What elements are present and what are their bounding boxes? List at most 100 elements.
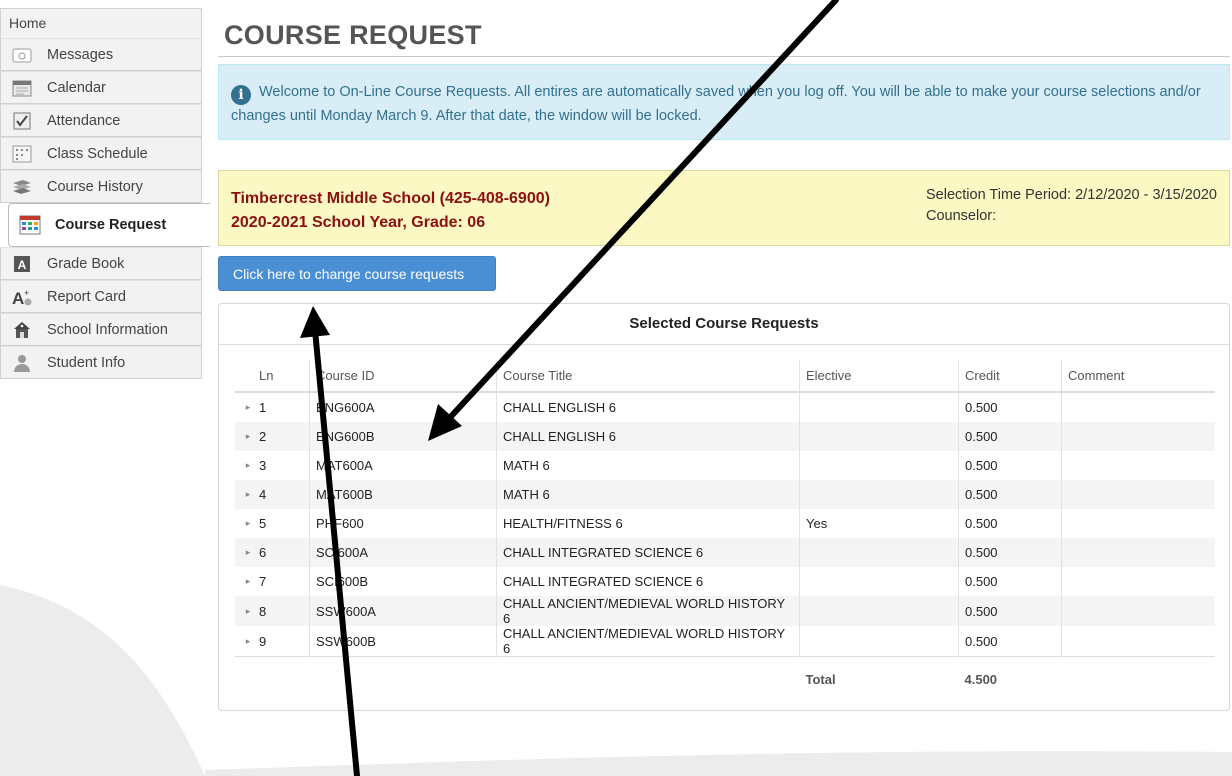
sidebar-nav: Home Messages Calendar Attendance Class … — [0, 8, 210, 379]
cell-ln: 7 — [253, 567, 310, 596]
cell-comment — [1061, 480, 1215, 509]
cell-course-title: CHALL INTEGRATED SCIENCE 6 — [496, 538, 800, 567]
sidebar-item-label: Student Info — [47, 354, 126, 371]
cell-course-title: CHALL INTEGRATED SCIENCE 6 — [496, 567, 800, 596]
sidebar-item-school-information[interactable]: School Information — [0, 313, 202, 346]
sidebar-item-label: Messages — [47, 46, 114, 63]
cell-course-title: CHALL ANCIENT/MEDIEVAL WORLD HISTORY 6 — [496, 626, 800, 657]
cell-comment — [1061, 626, 1215, 657]
expand-row-caret-icon[interactable]: ▸ — [235, 567, 253, 596]
cell-credit: 0.500 — [958, 422, 1062, 451]
sidebar-item-calendar[interactable]: Calendar — [0, 71, 202, 104]
sidebar-item-messages[interactable]: Messages — [0, 38, 202, 71]
table-row[interactable]: ▸ 7 SCI600B CHALL INTEGRATED SCIENCE 6 0.500 — [235, 567, 1215, 596]
cell-course-id: ENG600A — [309, 392, 497, 422]
expand-row-caret-icon[interactable]: ▸ — [235, 422, 253, 451]
sidebar-item-label: Report Card — [47, 288, 126, 305]
sidebar-item-course-request[interactable]: Course Request — [8, 203, 210, 247]
selected-course-requests-panel: Selected Course Requests Ln Course ID Co… — [218, 303, 1230, 711]
cell-course-title: CHALL ENGLISH 6 — [496, 392, 800, 422]
cell-credit: 0.500 — [958, 509, 1062, 538]
cell-comment — [1061, 596, 1215, 626]
cell-elective — [799, 451, 959, 480]
cell-course-title: HEALTH/FITNESS 6 — [496, 509, 800, 538]
table-row[interactable]: ▸ 9 SSW600B CHALL ANCIENT/MEDIEVAL WORLD HI… — [235, 626, 1215, 657]
cell-comment — [1061, 567, 1215, 596]
expand-row-caret-icon[interactable]: ▸ — [235, 451, 253, 480]
expand-row-caret-icon[interactable]: ▸ — [235, 392, 253, 422]
table-row[interactable]: ▸ 3 MAT600A MATH 6 0.500 — [235, 451, 1215, 480]
person-icon — [11, 353, 33, 373]
table-row[interactable]: ▸ 2 ENG600B CHALL ENGLISH 6 0.500 — [235, 422, 1215, 451]
table-row[interactable]: ▸ 8 SSW600A CHALL ANCIENT/MEDIEVAL WORLD HI… — [235, 596, 1215, 626]
course-request-grid-icon — [19, 215, 41, 235]
table-total-row: Total 4.500 — [235, 656, 1215, 701]
cell-comment — [1061, 451, 1215, 480]
cell-course-id: ENG600B — [309, 422, 497, 451]
expand-row-caret-icon[interactable]: ▸ — [235, 626, 253, 657]
table-row[interactable]: ▸ 6 SCI600A CHALL INTEGRATED SCIENCE 6 0.500 — [235, 538, 1215, 567]
svg-text:A: A — [12, 289, 24, 307]
sidebar-item-home[interactable]: Home — [0, 8, 202, 38]
total-spacer — [235, 656, 253, 701]
column-header-credit[interactable]: Credit — [958, 360, 1062, 393]
sidebar-item-report-card[interactable]: A + Report Card — [0, 280, 202, 313]
column-header-ln[interactable]: Ln — [253, 360, 310, 393]
total-spacer — [1061, 656, 1215, 701]
cell-comment — [1061, 392, 1215, 422]
table-row[interactable]: ▸ 1 ENG600A CHALL ENGLISH 6 0.500 — [235, 392, 1215, 422]
svg-text:A: A — [18, 258, 27, 272]
table-row[interactable]: ▸ 4 MAT600B MATH 6 0.500 — [235, 480, 1215, 509]
schedule-grid-icon — [11, 144, 33, 164]
cell-course-title: MATH 6 — [496, 480, 800, 509]
sidebar-item-label: Attendance — [47, 112, 121, 129]
cell-course-id: SSW600A — [309, 596, 497, 626]
selection-period-block: Selection Time Period: 2/12/2020 - 3/15/… — [926, 185, 1217, 227]
cell-course-id: SCI600A — [309, 538, 497, 567]
sidebar-item-student-info[interactable]: Student Info — [0, 346, 202, 379]
sidebar-item-label: Grade Book — [47, 255, 125, 272]
sidebar-item-attendance[interactable]: Attendance — [0, 104, 202, 137]
change-course-requests-button[interactable]: Click here to change course requests — [218, 256, 496, 291]
cell-ln: 6 — [253, 538, 310, 567]
total-label: Total — [799, 656, 959, 701]
column-header-course-id[interactable]: Course ID — [309, 360, 497, 393]
cell-course-id: MAT600A — [309, 451, 497, 480]
expand-row-caret-icon[interactable]: ▸ — [235, 596, 253, 626]
cell-credit: 0.500 — [958, 392, 1062, 422]
sidebar-item-class-schedule[interactable]: Class Schedule — [0, 137, 202, 170]
sidebar-item-grade-book[interactable]: A Grade Book — [0, 247, 202, 280]
cell-elective — [799, 422, 959, 451]
cell-comment — [1061, 509, 1215, 538]
attendance-checkbox-icon — [11, 111, 33, 131]
counselor-label: Counselor: — [926, 208, 997, 224]
cell-credit: 0.500 — [958, 538, 1062, 567]
cell-credit: 0.500 — [958, 480, 1062, 509]
expand-row-caret-icon[interactable]: ▸ — [235, 480, 253, 509]
table-row[interactable]: ▸ 5 PHF600 HEALTH/FITNESS 6 Yes 0.500 — [235, 509, 1215, 538]
school-info-box: Timbercrest Middle School (425-408-6900)… — [218, 170, 1230, 246]
panel-title: Selected Course Requests — [219, 304, 1229, 345]
column-header-elective[interactable]: Elective — [799, 360, 959, 393]
total-spacer — [253, 656, 310, 701]
expand-row-caret-icon[interactable]: ▸ — [235, 509, 253, 538]
total-credit-value: 4.500 — [958, 656, 1062, 701]
info-text: Welcome to On-Line Course Requests. All … — [231, 84, 1201, 124]
cell-elective: Yes — [799, 509, 959, 538]
column-header-comment[interactable]: Comment — [1061, 360, 1215, 393]
cell-ln: 4 — [253, 480, 310, 509]
column-header-course-title[interactable]: Course Title — [496, 360, 800, 393]
sidebar-item-label: School Information — [47, 321, 168, 338]
expand-row-caret-icon[interactable]: ▸ — [235, 538, 253, 567]
sidebar-item-label: Class Schedule — [47, 145, 148, 162]
sidebar-item-course-history[interactable]: Course History — [0, 170, 202, 203]
cell-ln: 3 — [253, 451, 310, 480]
page-title: COURSE REQUEST — [224, 20, 482, 50]
expand-column-header — [235, 360, 253, 393]
cell-course-id: SCI600B — [309, 567, 497, 596]
sidebar-item-label: Home — [9, 15, 47, 31]
calendar-icon — [11, 78, 33, 98]
sidebar-item-label: Course Request — [55, 217, 167, 233]
cell-elective — [799, 596, 959, 626]
cell-credit: 0.500 — [958, 596, 1062, 626]
